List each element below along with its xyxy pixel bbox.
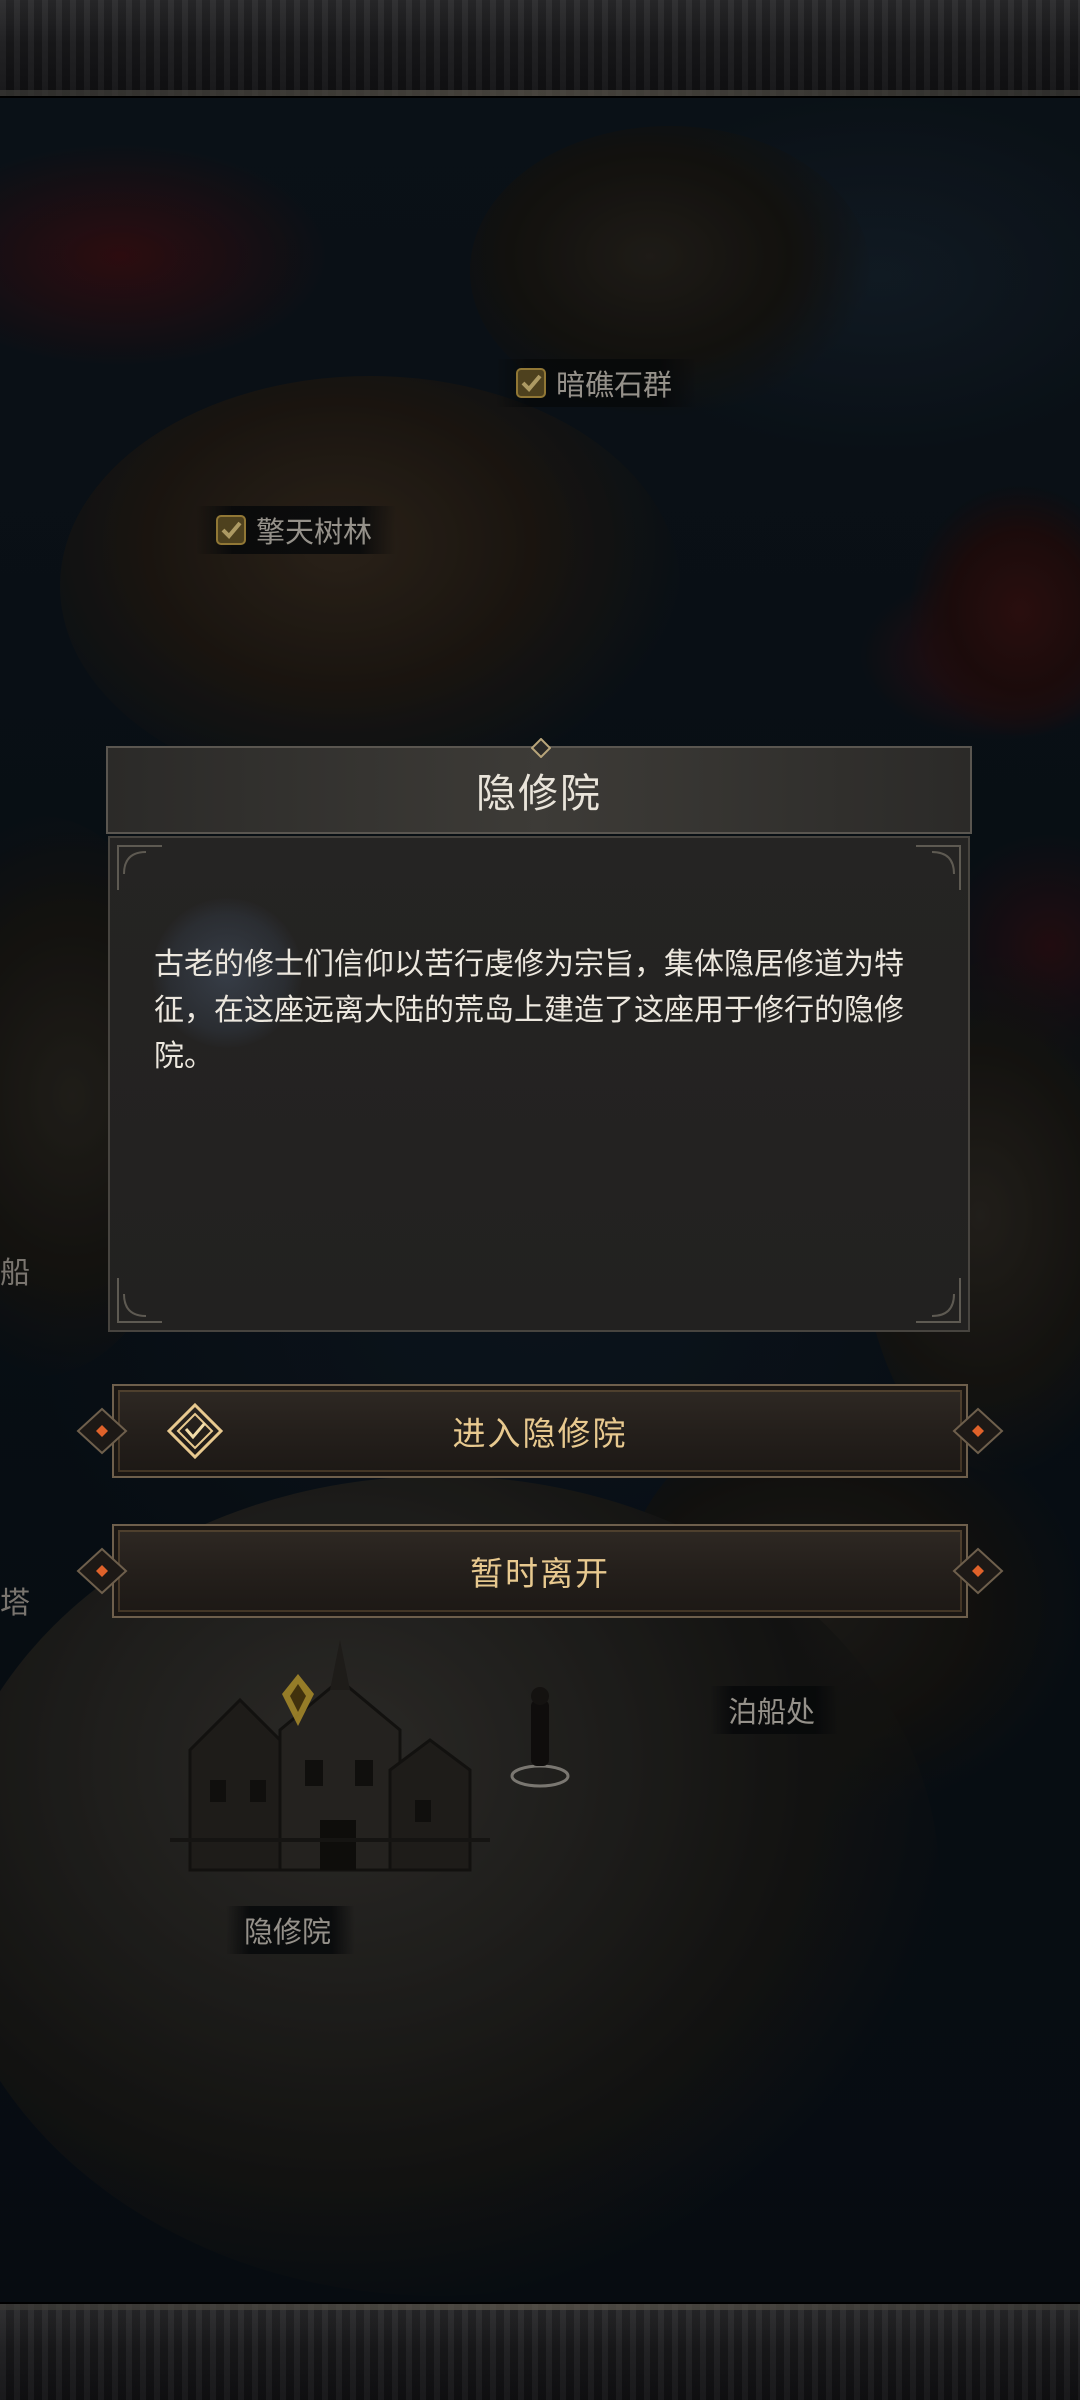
- button-ornament-icon: [76, 1547, 128, 1595]
- button-ornament-icon: [76, 1407, 128, 1455]
- dialog-header: 隐修院: [106, 738, 972, 834]
- bottom-frame-border: [0, 2302, 1080, 2400]
- corner-ornament-icon: [916, 845, 961, 890]
- button-ornament-icon: [952, 1407, 1004, 1455]
- enter-monastery-button[interactable]: 进入隐修院: [76, 1384, 1004, 1478]
- diamond-ornament-icon: [531, 738, 551, 758]
- location-info-dialog: 隐修院 古老的修士们信仰以苦行虔修为宗旨，集体隐居修道为特征，在这座远离大陆的荒…: [106, 738, 972, 1332]
- button-ornament-icon: [952, 1547, 1004, 1595]
- game-screen: 暗礁石群 擎天树林 泊船处 隐修院 船 塔 隐修院 古老的修士们信仰以苦行虔修为…: [0, 0, 1080, 2400]
- dialog-description: 古老的修士们信仰以苦行虔修为宗旨，集体隐居修道为特征，在这座远离大陆的荒岛上建造…: [154, 947, 904, 1074]
- enter-button-label: 进入隐修院: [452, 1414, 628, 1453]
- leave-temporarily-button[interactable]: 暂时离开: [76, 1524, 1004, 1618]
- dialog-body: 古老的修士们信仰以苦行虔修为宗旨，集体隐居修道为特征，在这座远离大陆的荒岛上建造…: [108, 836, 970, 1332]
- top-frame-border: [0, 0, 1080, 98]
- diamond-emblem-icon: [166, 1402, 224, 1460]
- corner-ornament-icon: [117, 845, 162, 890]
- leave-button-label: 暂时离开: [470, 1554, 610, 1593]
- dialog-title: 隐修院: [476, 771, 602, 817]
- corner-ornament-icon: [117, 1278, 162, 1323]
- corner-ornament-icon: [916, 1278, 961, 1323]
